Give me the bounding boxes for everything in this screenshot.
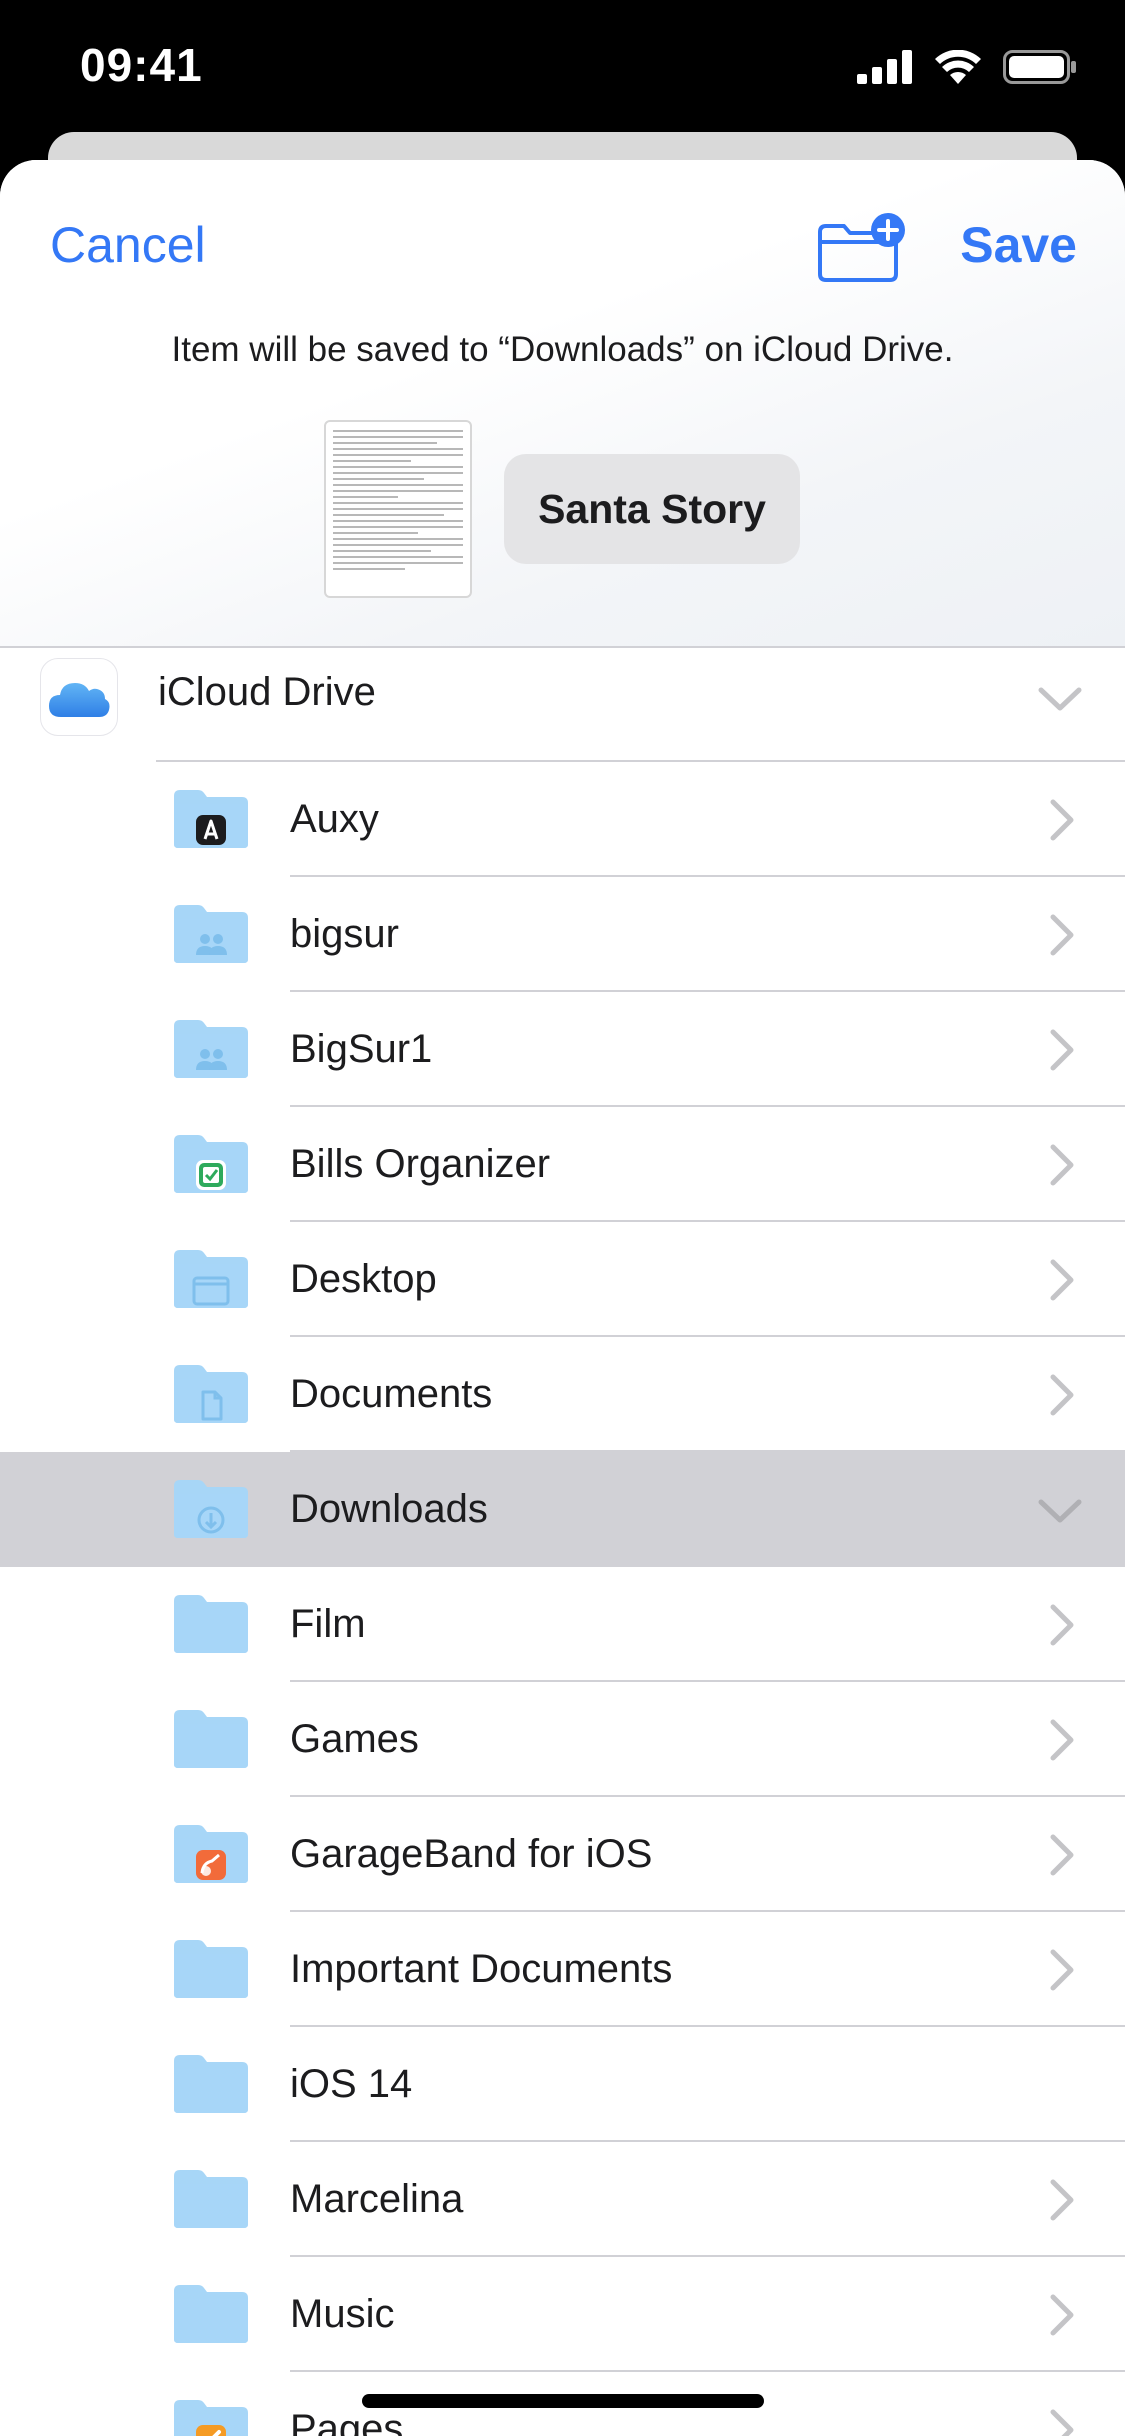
folder-name: GarageBand for iOS — [290, 1832, 653, 1876]
status-bar: 09:41 — [0, 0, 1125, 140]
wifi-icon — [935, 50, 981, 84]
folder-list: Auxy bigsur BigSur1 Bills Organizer Desktop D… — [0, 762, 1125, 2436]
auxy-app-folder-icon — [172, 788, 250, 850]
folder-icon — [172, 1938, 250, 2000]
desktop-window-folder-icon — [172, 1248, 250, 1310]
folder-name: Marcelina — [290, 2177, 464, 2221]
folder-name: Auxy — [290, 797, 379, 841]
shared-people-folder-icon — [172, 1018, 250, 1080]
folder-name: iOS 14 — [290, 2062, 413, 2106]
battery-icon — [1003, 50, 1076, 84]
folder-name: Desktop — [290, 1257, 437, 1301]
chevron-right-icon[interactable] — [1041, 1143, 1081, 1187]
folder-row[interactable]: Documents — [0, 1337, 1125, 1452]
save-sheet: Cancel Save Item will be saved to “Downl… — [0, 160, 1125, 2436]
status-time: 09:41 — [80, 39, 203, 91]
folder-name: bigsur — [290, 912, 399, 956]
save-location-hint: Item will be saved to “Downloads” on iCl… — [171, 330, 954, 369]
folder-name: Documents — [290, 1372, 493, 1416]
folder-name: BigSur1 — [290, 1027, 433, 1071]
chevron-right-icon[interactable] — [1041, 1948, 1081, 1992]
status-icons — [857, 50, 1077, 84]
icloud-drive-row[interactable]: iCloud Drive — [0, 648, 1125, 762]
folder-browser: iCloud Drive Auxy bigsur BigSur1 Bills Orga… — [0, 646, 1125, 2436]
garageband-app-folder-icon — [172, 1823, 250, 1885]
folder-row[interactable]: Important Documents — [0, 1912, 1125, 2027]
document-thumbnail — [324, 420, 472, 598]
folder-name: Games — [290, 1717, 419, 1761]
chevron-right-icon[interactable] — [1041, 1603, 1081, 1647]
folder-icon — [172, 2053, 250, 2115]
icloud-drive-label: iCloud Drive — [158, 670, 376, 714]
download-arrow-folder-icon — [172, 1478, 250, 1540]
chevron-right-icon[interactable] — [1041, 798, 1081, 842]
folder-row[interactable]: Marcelina — [0, 2142, 1125, 2257]
folder-name: Important Documents — [290, 1947, 673, 1991]
sheet-header: Cancel Save Item will be saved to “Downl… — [0, 160, 1125, 646]
folder-name: Music — [290, 2292, 395, 2336]
chevron-right-icon[interactable] — [1041, 913, 1081, 957]
folder-icon — [172, 2168, 250, 2230]
folder-row[interactable]: Bills Organizer — [0, 1107, 1125, 1222]
chevron-right-icon[interactable] — [1041, 1718, 1081, 1762]
folder-plus-icon — [818, 213, 905, 282]
chevron-right-icon[interactable] — [1041, 2293, 1081, 2337]
folder-icon — [172, 2283, 250, 2345]
folder-row[interactable]: Music — [0, 2257, 1125, 2372]
save-button[interactable]: Save — [960, 216, 1077, 274]
chevron-down-icon[interactable] — [1037, 682, 1083, 716]
cellular-signal-icon — [857, 50, 912, 84]
shared-people-folder-icon — [172, 903, 250, 965]
folder-name: Pages — [290, 2407, 404, 2436]
chevron-right-icon[interactable] — [1041, 1833, 1081, 1877]
folder-row[interactable]: Film — [0, 1567, 1125, 1682]
chevron-right-icon[interactable] — [1041, 1258, 1081, 1302]
folder-icon — [172, 1708, 250, 1770]
folder-row[interactable]: BigSur1 — [0, 992, 1125, 1107]
folder-row[interactable]: Desktop — [0, 1222, 1125, 1337]
folder-row[interactable]: Games — [0, 1682, 1125, 1797]
home-indicator — [362, 2394, 764, 2408]
folder-name: Bills Organizer — [290, 1142, 551, 1186]
icloud-drive-icon — [40, 658, 118, 736]
folder-row[interactable]: bigsur — [0, 877, 1125, 992]
folder-row[interactable]: GarageBand for iOS — [0, 1797, 1125, 1912]
folder-name: Film — [290, 1602, 366, 1646]
chevron-right-icon[interactable] — [1041, 2408, 1081, 2436]
document-page-folder-icon — [172, 1363, 250, 1425]
bills-organizer-app-folder-icon — [172, 1133, 250, 1195]
folder-row[interactable]: iOS 14 — [0, 2027, 1125, 2142]
folder-row[interactable]: Downloads — [0, 1452, 1125, 1567]
chevron-right-icon[interactable] — [1041, 1373, 1081, 1417]
folder-row[interactable]: Auxy — [0, 762, 1125, 877]
chevron-down-icon[interactable] — [1037, 1494, 1083, 1538]
pages-app-folder-icon — [172, 2398, 250, 2436]
file-name-field[interactable]: Santa Story — [504, 454, 800, 564]
new-folder-button[interactable] — [816, 212, 908, 284]
folder-icon — [172, 1593, 250, 1655]
cancel-button[interactable]: Cancel — [50, 216, 206, 274]
chevron-right-icon[interactable] — [1041, 2178, 1081, 2222]
chevron-right-icon[interactable] — [1041, 1028, 1081, 1072]
folder-name: Downloads — [290, 1487, 488, 1531]
